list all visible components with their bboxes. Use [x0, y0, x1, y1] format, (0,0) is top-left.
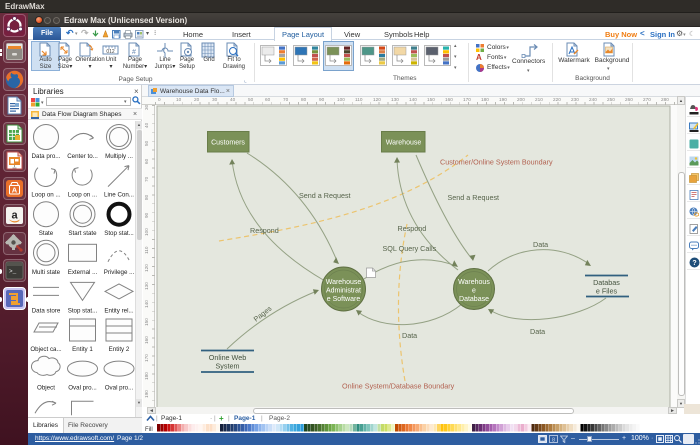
svg-text:Customer/Online System Boundar: Customer/Online System Boundary — [440, 158, 553, 167]
svg-text:Administrat: Administrat — [326, 288, 361, 295]
svg-text:SQL Query Calls: SQL Query Calls — [383, 244, 437, 253]
svg-text:Stop stat...: Stop stat... — [104, 230, 134, 237]
svg-text:a: a — [11, 210, 18, 222]
svg-text:Data store: Data store — [32, 307, 61, 314]
svg-text:Loop on ...: Loop on ... — [31, 192, 61, 199]
svg-text:Respond: Respond — [398, 224, 427, 233]
svg-text:System: System — [216, 362, 240, 371]
svg-text:Database: Database — [459, 296, 489, 303]
svg-text:>_: >_ — [9, 268, 17, 275]
svg-text:e Software: e Software — [327, 296, 361, 303]
svg-text:Entity rel...: Entity rel... — [104, 307, 134, 314]
svg-text:Data: Data — [402, 331, 417, 340]
svg-text:Multi state: Multi state — [32, 269, 61, 276]
svg-text:Warehous: Warehous — [458, 279, 490, 286]
svg-text:Oval pro...: Oval pro... — [68, 385, 97, 392]
svg-text:Oval pro...: Oval pro... — [105, 385, 134, 392]
svg-text:External ...: External ... — [68, 269, 98, 276]
svg-text:Stop stat...: Stop stat... — [68, 307, 98, 314]
svg-text:Loop on ...: Loop on ... — [68, 192, 98, 199]
svg-text:Send a Request: Send a Request — [299, 191, 351, 200]
svg-text:e: e — [472, 288, 476, 295]
svg-text:Customers: Customers — [211, 140, 245, 147]
svg-text:Data: Data — [533, 240, 548, 249]
svg-text:Privilege ...: Privilege ... — [104, 269, 135, 276]
svg-text:Line Con...: Line Con... — [104, 192, 134, 199]
svg-text:e Files: e Files — [596, 287, 618, 296]
svg-text:State: State — [39, 230, 54, 237]
svg-text:Respond: Respond — [250, 226, 279, 235]
svg-text:Object: Object — [37, 385, 55, 392]
svg-text:Entity 2: Entity 2 — [109, 346, 130, 353]
svg-text:A: A — [11, 185, 17, 194]
svg-text:Start state: Start state — [68, 230, 97, 237]
svg-text:Warehouse: Warehouse — [326, 279, 362, 286]
svg-text:Warehouse: Warehouse — [386, 140, 422, 147]
svg-text:8: 8 — [552, 438, 555, 444]
svg-text:Data: Data — [530, 327, 545, 336]
svg-text:Data pro...: Data pro... — [32, 153, 61, 160]
svg-text:Entity 1: Entity 1 — [72, 346, 93, 353]
svg-text:?: ? — [692, 260, 696, 267]
svg-text:Send a Request: Send a Request — [448, 193, 500, 202]
svg-text:Online System/Database Boundar: Online System/Database Boundary — [342, 382, 455, 391]
svg-text:Center to...: Center to... — [67, 153, 98, 160]
svg-text:Multiply ...: Multiply ... — [105, 153, 133, 160]
svg-text:Object ca...: Object ca... — [30, 346, 62, 353]
